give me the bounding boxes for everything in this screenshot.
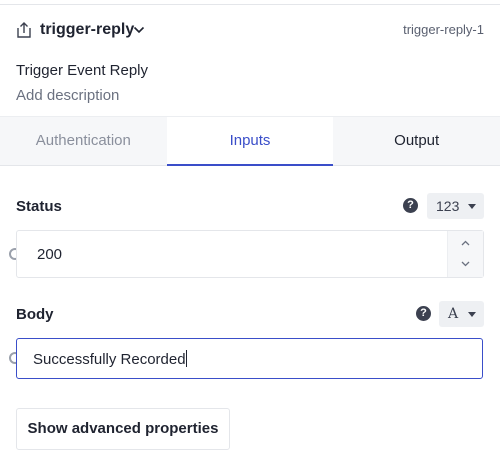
chevron-up-icon[interactable]: [461, 239, 470, 248]
export-icon: [17, 22, 31, 38]
text-cursor: [185, 350, 187, 367]
chevron-down-icon[interactable]: [133, 25, 145, 35]
tab-inputs[interactable]: Inputs: [166, 117, 334, 166]
status-stepper[interactable]: [447, 231, 483, 277]
step-header: trigger-reply trigger-reply-1: [0, 5, 500, 55]
help-icon[interactable]: ?: [416, 306, 431, 321]
status-input[interactable]: 200: [16, 230, 484, 278]
show-advanced-properties-button[interactable]: Show advanced properties: [16, 408, 230, 450]
chevron-down-icon[interactable]: [461, 259, 470, 268]
step-id: trigger-reply-1: [403, 22, 484, 37]
body-type-value: A: [448, 306, 459, 322]
status-label: Status: [16, 198, 62, 215]
body-label: Body: [16, 306, 54, 323]
body-value: Successfully Recorded: [33, 351, 186, 368]
status-type-select[interactable]: 123: [427, 193, 484, 219]
status-value: 200: [37, 246, 63, 263]
step-name[interactable]: trigger-reply: [40, 21, 134, 39]
caret-down-icon: [468, 204, 476, 209]
tab-bar: Authentication Inputs Output: [0, 116, 500, 166]
step-description[interactable]: Add description: [16, 87, 119, 105]
body-input[interactable]: Successfully Recorded: [16, 338, 483, 379]
tab-output[interactable]: Output: [333, 117, 500, 165]
step-title[interactable]: Trigger Event Reply: [16, 62, 148, 80]
help-icon[interactable]: ?: [403, 198, 418, 213]
body-type-select[interactable]: A: [439, 301, 484, 327]
caret-down-icon: [468, 312, 476, 317]
status-type-value: 123: [436, 198, 460, 214]
tab-authentication[interactable]: Authentication: [0, 117, 167, 165]
